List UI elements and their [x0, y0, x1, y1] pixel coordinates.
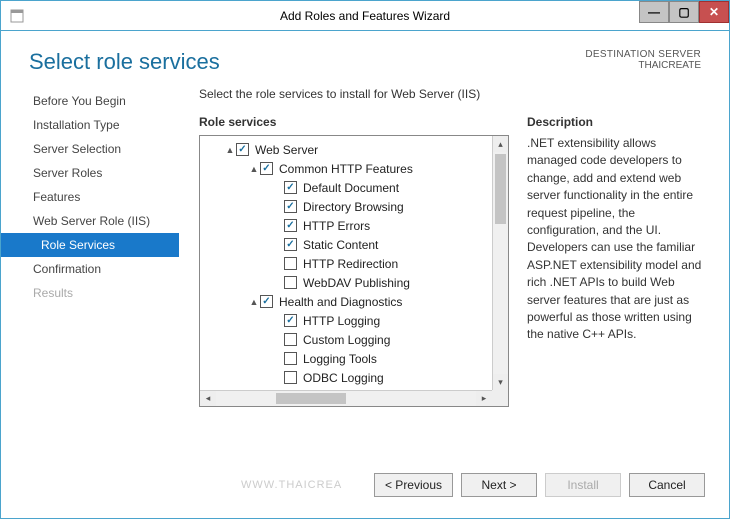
page-title: Select role services — [29, 49, 220, 75]
window-title: Add Roles and Features Wizard — [280, 9, 450, 23]
content-header: Select role services DESTINATION SERVER … — [1, 31, 729, 83]
tree-item-label: ODBC Logging — [303, 371, 384, 385]
sidebar-item-before-you-begin[interactable]: Before You Begin — [1, 89, 179, 113]
tree-item-label: WebDAV Publishing — [303, 276, 410, 290]
tree-item-label: Common HTTP Features — [279, 162, 413, 176]
tree-item-odbc-logging[interactable]: ODBC Logging — [200, 368, 492, 387]
install-button[interactable]: Install — [545, 473, 621, 497]
tree-item-logging-tools[interactable]: Logging Tools — [200, 349, 492, 368]
tree-item-label: HTTP Logging — [303, 314, 380, 328]
horizontal-scrollbar[interactable]: ◂ ▸ — [200, 390, 492, 406]
description-column: Description .NET extensibility allows ma… — [527, 115, 705, 453]
expander-icon[interactable]: ▲ — [248, 164, 260, 174]
tree-item-label: Web Server — [255, 143, 318, 157]
tree-item-webdav-publishing[interactable]: WebDAV Publishing — [200, 273, 492, 292]
checkbox[interactable] — [284, 200, 297, 213]
expander-icon[interactable]: ▲ — [224, 145, 236, 155]
tree-item-label: Custom Logging — [303, 333, 390, 347]
tree-item-http-redirection[interactable]: HTTP Redirection — [200, 254, 492, 273]
checkbox[interactable] — [284, 276, 297, 289]
watermark: WWW.THAICREA — [1, 479, 342, 491]
tree-item-label: HTTP Redirection — [303, 257, 398, 271]
description-text: .NET extensibility allows managed code d… — [527, 135, 705, 344]
window-controls: — ▢ ✕ — [639, 1, 729, 30]
hscroll-track[interactable] — [216, 391, 476, 406]
checkbox[interactable] — [284, 333, 297, 346]
wizard-sidebar: Before You BeginInstallation TypeServer … — [1, 83, 179, 453]
destination-name: THAICREATE — [585, 60, 701, 71]
app-icon — [9, 8, 25, 24]
main-area: Before You BeginInstallation TypeServer … — [1, 83, 729, 453]
destination-block: DESTINATION SERVER THAICREATE — [585, 49, 701, 71]
columns: Role services ▲ Web Server ▲ Common HTTP Fe… — [199, 115, 705, 453]
tree-item-http-logging[interactable]: HTTP Logging — [200, 311, 492, 330]
sidebar-item-installation-type[interactable]: Installation Type — [1, 113, 179, 137]
checkbox[interactable] — [284, 352, 297, 365]
sidebar-item-server-roles[interactable]: Server Roles — [1, 161, 179, 185]
scroll-right-button[interactable]: ▸ — [476, 391, 492, 406]
tree-item-label: Default Document — [303, 181, 399, 195]
sidebar-item-server-selection[interactable]: Server Selection — [1, 137, 179, 161]
checkbox[interactable] — [284, 257, 297, 270]
tree-item-web-server[interactable]: ▲ Web Server — [200, 140, 492, 159]
tree-item-custom-logging[interactable]: Custom Logging — [200, 330, 492, 349]
scroll-corner — [492, 390, 508, 406]
scroll-thumb[interactable] — [495, 154, 506, 224]
sidebar-item-confirmation[interactable]: Confirmation — [1, 257, 179, 281]
checkbox[interactable] — [284, 371, 297, 384]
next-button[interactable]: Next > — [461, 473, 537, 497]
minimize-button[interactable]: — — [639, 1, 669, 23]
sidebar-item-web-server-role-iis-[interactable]: Web Server Role (IIS) — [1, 209, 179, 233]
tree-item-static-content[interactable]: Static Content — [200, 235, 492, 254]
tree-item-label: Logging Tools — [303, 352, 377, 366]
tree-heading: Role services — [199, 115, 509, 129]
vertical-scrollbar[interactable]: ▴ ▾ — [492, 136, 508, 390]
titlebar: Add Roles and Features Wizard — ▢ ✕ — [1, 1, 729, 31]
tree-scroll-area[interactable]: ▲ Web Server ▲ Common HTTP Features Default … — [200, 136, 492, 390]
tree-item-health-and-diagnostics[interactable]: ▲ Health and Diagnostics — [200, 292, 492, 311]
tree-item-directory-browsing[interactable]: Directory Browsing — [200, 197, 492, 216]
scroll-up-button[interactable]: ▴ — [493, 136, 508, 152]
checkbox[interactable] — [284, 314, 297, 327]
instruction-text: Select the role services to install for … — [199, 83, 705, 115]
checkbox[interactable] — [284, 219, 297, 232]
scroll-down-button[interactable]: ▾ — [493, 374, 508, 390]
scroll-left-button[interactable]: ◂ — [200, 391, 216, 406]
tree-item-label: HTTP Errors — [303, 219, 370, 233]
checkbox[interactable] — [284, 238, 297, 251]
hscroll-thumb[interactable] — [276, 393, 346, 404]
checkbox[interactable] — [260, 295, 273, 308]
scroll-track[interactable] — [493, 152, 508, 374]
checkbox[interactable] — [284, 181, 297, 194]
tree-item-http-errors[interactable]: HTTP Errors — [200, 216, 492, 235]
description-heading: Description — [527, 115, 705, 129]
sidebar-item-features[interactable]: Features — [1, 185, 179, 209]
maximize-button[interactable]: ▢ — [669, 1, 699, 23]
sidebar-item-role-services[interactable]: Role Services — [1, 233, 179, 257]
tree-item-common-http-features[interactable]: ▲ Common HTTP Features — [200, 159, 492, 178]
destination-label: DESTINATION SERVER — [585, 49, 701, 60]
tree-column: Role services ▲ Web Server ▲ Common HTTP Fe… — [199, 115, 509, 453]
tree-item-label: Health and Diagnostics — [279, 295, 402, 309]
role-services-tree: ▲ Web Server ▲ Common HTTP Features Default … — [199, 135, 509, 407]
checkbox[interactable] — [236, 143, 249, 156]
tree-item-label: Static Content — [303, 238, 378, 252]
close-button[interactable]: ✕ — [699, 1, 729, 23]
tree-item-default-document[interactable]: Default Document — [200, 178, 492, 197]
right-panel: Select the role services to install for … — [179, 83, 705, 453]
checkbox[interactable] — [260, 162, 273, 175]
previous-button[interactable]: < Previous — [374, 473, 453, 497]
expander-icon[interactable]: ▲ — [248, 297, 260, 307]
sidebar-item-results: Results — [1, 281, 179, 305]
button-bar: WWW.THAICREA < Previous Next > Install C… — [1, 453, 729, 497]
tree-item-label: Directory Browsing — [303, 200, 404, 214]
cancel-button[interactable]: Cancel — [629, 473, 705, 497]
